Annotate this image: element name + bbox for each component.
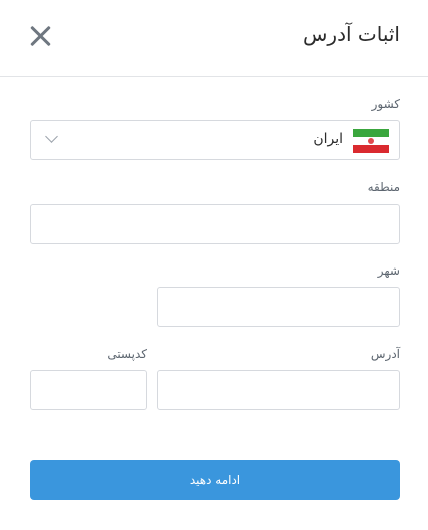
chevron-down-icon [45, 130, 58, 143]
postal-code-field[interactable] [30, 370, 147, 410]
postal-code-input[interactable] [31, 371, 146, 409]
page-title: اثبات آدرس [303, 22, 400, 46]
city-input[interactable] [158, 288, 399, 326]
postal-code-label: کدپستی [107, 347, 147, 361]
region-label: منطقه [367, 180, 400, 194]
city-field[interactable] [157, 287, 400, 327]
close-icon[interactable] [28, 24, 52, 48]
region-input[interactable] [31, 205, 399, 243]
address-field[interactable] [157, 370, 400, 410]
city-label: شهر [377, 264, 400, 278]
country-value: ایران [313, 131, 343, 147]
address-label: آدرس [370, 347, 400, 361]
country-label: کشور [371, 97, 400, 111]
continue-button[interactable]: ادامه دهید [30, 460, 400, 500]
region-field[interactable] [30, 204, 400, 244]
address-input[interactable] [158, 371, 399, 409]
header-divider [0, 76, 428, 77]
iran-flag-icon [353, 129, 389, 153]
country-select[interactable]: ایران [30, 120, 400, 160]
